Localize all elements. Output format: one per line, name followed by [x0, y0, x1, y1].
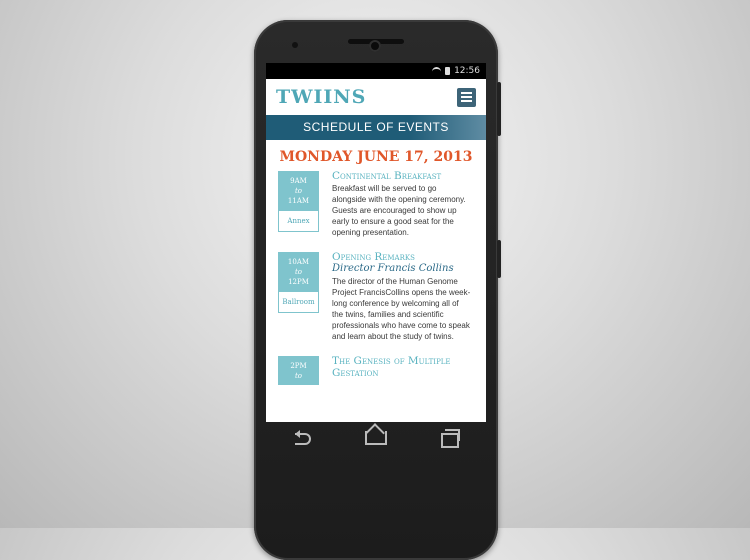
screen: 12:56 TWIINS SCHEDULE OF EVENTS MONDAY J…	[266, 63, 486, 422]
event-time-box: 9AM to 11AM Annex	[278, 171, 319, 238]
event-item[interactable]: 2PM to The Genesis of Multiple Gestation	[278, 355, 486, 385]
event-time-start: 2PM	[290, 362, 307, 370]
home-icon[interactable]	[364, 431, 388, 445]
event-description: Breakfast will be served to go alongside…	[332, 184, 466, 237]
event-time-end: 11AM	[287, 197, 310, 205]
event-details: The Genesis of Multiple Gestation	[332, 355, 472, 385]
event-speaker: Director Francis Collins	[332, 263, 454, 274]
schedule-date: MONDAY JUNE 17, 2013	[279, 149, 473, 165]
power-button	[497, 82, 501, 136]
app-logo[interactable]: TWIINS	[276, 86, 366, 108]
event-room: Annex	[278, 210, 319, 232]
system-nav-bar	[266, 422, 486, 454]
event-time-to: to	[294, 268, 303, 276]
phone-frame: 12:56 TWIINS SCHEDULE OF EVENTS MONDAY J…	[254, 20, 501, 560]
event-item[interactable]: 10AM to 12PM Ballroom Opening Remarks Di…	[278, 251, 486, 342]
event-time-to: to	[294, 372, 303, 380]
wifi-icon	[432, 66, 442, 76]
event-details: Opening Remarks Director Francis Collins…	[332, 251, 472, 342]
event-time-end: 12PM	[288, 278, 309, 286]
volume-button	[497, 240, 501, 278]
back-icon[interactable]	[291, 430, 315, 445]
event-time-box: 2PM to	[278, 356, 319, 385]
event-time-start: 9AM	[290, 177, 307, 185]
battery-icon	[445, 67, 451, 75]
event-title[interactable]: Continental Breakfast	[332, 170, 472, 182]
section-banner: SCHEDULE OF EVENTS	[266, 115, 486, 140]
proximity-sensor	[292, 42, 298, 48]
status-bar: 12:56	[266, 63, 486, 79]
event-time-box: 10AM to 12PM Ballroom	[278, 252, 319, 342]
recent-apps-icon[interactable]	[437, 429, 461, 448]
status-time: 12:56	[454, 66, 480, 76]
event-time: 2PM to	[278, 356, 319, 385]
event-time: 9AM to 11AM	[278, 171, 319, 210]
hamburger-menu-icon[interactable]	[457, 87, 476, 107]
event-item[interactable]: 9AM to 11AM Annex Continental Breakfast …	[278, 170, 486, 238]
event-title[interactable]: Opening Remarks	[332, 251, 472, 263]
event-time: 10AM to 12PM	[278, 252, 319, 291]
event-description: The director of the Human Genome Project…	[332, 277, 471, 341]
event-title[interactable]: The Genesis of Multiple Gestation	[332, 355, 472, 379]
event-room: Ballroom	[278, 291, 319, 313]
app-header: TWIINS	[266, 79, 486, 115]
event-time-start: 10AM	[287, 258, 310, 266]
event-time-to: to	[294, 187, 303, 195]
front-camera	[369, 40, 381, 52]
event-details: Continental Breakfast Breakfast will be …	[332, 170, 472, 238]
